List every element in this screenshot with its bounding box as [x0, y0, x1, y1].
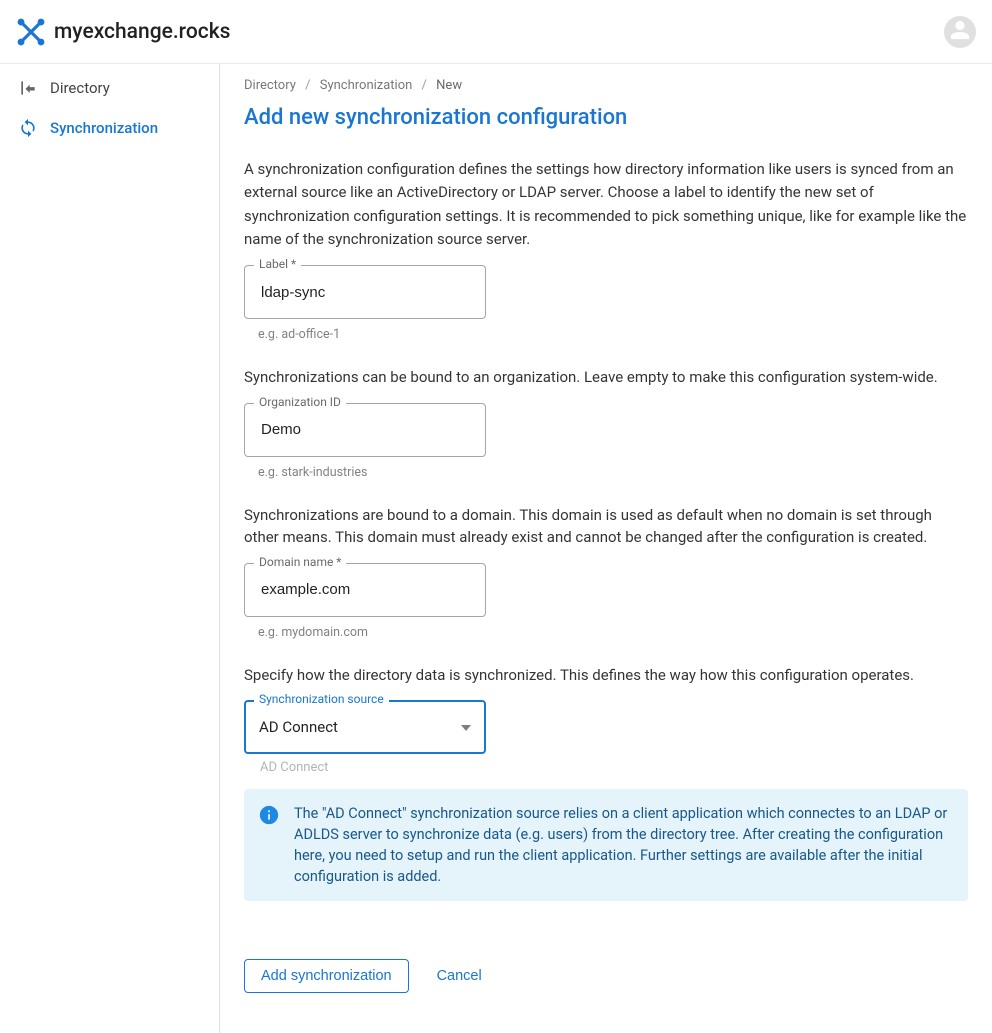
chevron-down-icon	[461, 719, 471, 735]
sidebar-item-directory[interactable]: Directory	[0, 68, 219, 108]
sidebar: Directory Synchronization	[0, 64, 220, 1033]
info-alert: The "AD Connect" synchronization source …	[244, 789, 968, 901]
field-label: Synchronization source	[254, 692, 389, 706]
select-helper-text: AD Connect	[260, 760, 486, 775]
breadcrumb-item-current: New	[436, 78, 462, 93]
info-text: The "AD Connect" synchronization source …	[294, 803, 950, 887]
sync-source-select[interactable]: AD Connect	[244, 700, 486, 754]
label-field: Label * e.g. ad-office-1	[244, 265, 486, 342]
person-icon	[949, 19, 971, 45]
sidebar-item-label: Directory	[50, 79, 110, 97]
field-hint: e.g. mydomain.com	[258, 625, 486, 640]
back-parent-icon	[18, 78, 38, 98]
brand-block[interactable]: myexchange.rocks	[16, 17, 230, 47]
sync-users-icon	[18, 118, 38, 138]
source-description: Specify how the directory data is synchr…	[244, 664, 968, 687]
field-label: Organization ID	[254, 395, 346, 409]
domain-description: Synchronizations are bound to a domain. …	[244, 504, 968, 549]
select-value: AD Connect	[259, 718, 461, 736]
add-synchronization-button[interactable]: Add synchronization	[244, 959, 409, 993]
breadcrumb-item[interactable]: Directory	[244, 78, 296, 93]
sidebar-item-label: Synchronization	[50, 119, 158, 137]
org-description: Synchronizations can be bound to an orga…	[244, 366, 968, 389]
organization-field: Organization ID e.g. stark-industries	[244, 403, 486, 480]
sidebar-item-synchronization[interactable]: Synchronization	[0, 108, 219, 148]
domain-input[interactable]	[259, 580, 471, 599]
cancel-button[interactable]: Cancel	[425, 960, 494, 992]
brand-name: myexchange.rocks	[54, 20, 230, 44]
field-label: Domain name *	[254, 555, 346, 569]
sync-source-field: Synchronization source AD Connect AD Con…	[244, 700, 486, 775]
breadcrumb-separator: /	[422, 78, 427, 93]
logo-icon	[16, 17, 46, 47]
field-hint: e.g. stark-industries	[258, 465, 486, 480]
page-title: Add new synchronization configuration	[244, 105, 968, 130]
breadcrumb-separator: /	[305, 78, 310, 93]
field-hint: e.g. ad-office-1	[258, 327, 486, 342]
app-header: myexchange.rocks	[0, 0, 992, 64]
main-content: Directory / Synchronization / New Add ne…	[220, 64, 992, 1033]
breadcrumb-item[interactable]: Synchronization	[320, 78, 413, 93]
breadcrumb: Directory / Synchronization / New	[244, 78, 968, 93]
organization-input[interactable]	[259, 420, 471, 439]
action-row: Add synchronization Cancel	[244, 959, 968, 993]
domain-field: Domain name * e.g. mydomain.com	[244, 563, 486, 640]
field-label: Label *	[254, 257, 301, 271]
info-icon	[258, 804, 280, 826]
account-avatar[interactable]	[944, 16, 976, 48]
label-input[interactable]	[259, 283, 471, 302]
intro-paragraph: A synchronization configuration defines …	[244, 158, 968, 251]
